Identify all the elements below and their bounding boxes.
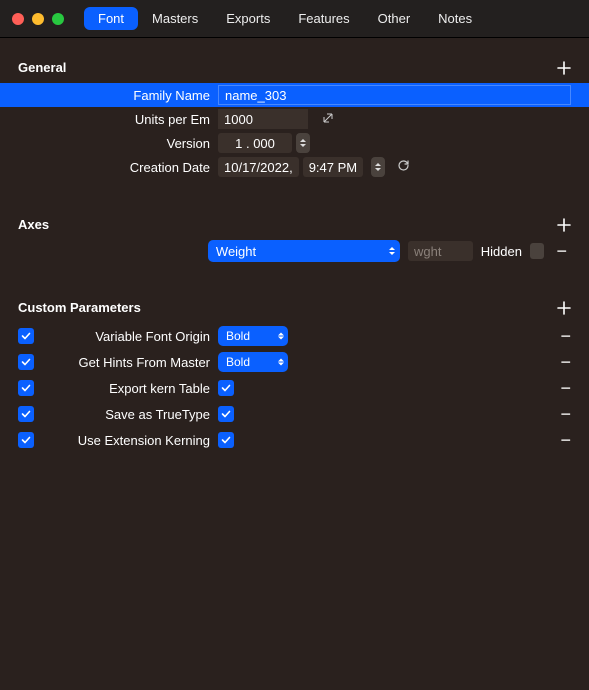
add-axis-button[interactable] [557, 218, 571, 232]
input-family-name[interactable] [218, 85, 571, 105]
window-controls [12, 13, 64, 25]
tab-exports[interactable]: Exports [212, 7, 284, 30]
cp-name-label: Save as TrueType [44, 407, 218, 422]
label-creation-date: Creation Date [18, 160, 218, 175]
remove-cp-button[interactable]: − [560, 431, 571, 449]
input-creation-date[interactable]: 10/17/2022, [218, 157, 299, 177]
chevron-updown-icon [278, 359, 284, 366]
cp-name-label: Export kern Table [44, 381, 218, 396]
cp-value-checkbox[interactable] [218, 432, 234, 448]
row-version: Version 1 . 000 [18, 131, 571, 155]
cp-value-select[interactable]: Bold [218, 352, 288, 372]
close-window-button[interactable] [12, 13, 24, 25]
cp-value-checkbox[interactable] [218, 380, 234, 396]
input-creation-time[interactable]: 9:47 PM [303, 157, 363, 177]
section-general-header: General [18, 56, 571, 83]
custom-parameter-row: Export kern Table − [18, 375, 571, 401]
custom-parameter-row: Use Extension Kerning − [18, 427, 571, 453]
custom-parameter-row: Save as TrueType − [18, 401, 571, 427]
chevron-updown-icon [389, 247, 395, 255]
cp-name-label: Get Hints From Master [44, 355, 218, 370]
custom-parameter-row: Get Hints From MasterBold − [18, 349, 571, 375]
chevron-updown-icon [278, 333, 284, 340]
tab-font[interactable]: Font [84, 7, 138, 30]
custom-parameter-row: Variable Font OriginBold − [18, 323, 571, 349]
row-units-per-em: Units per Em [18, 107, 571, 131]
add-general-button[interactable] [557, 61, 571, 75]
add-custom-parameter-button[interactable] [557, 301, 571, 315]
label-version: Version [18, 136, 218, 151]
tab-other[interactable]: Other [364, 7, 425, 30]
stepper-creation-date[interactable] [371, 157, 385, 177]
section-axes-title: Axes [18, 217, 49, 232]
axis-hidden-checkbox[interactable] [530, 243, 545, 259]
tab-features[interactable]: Features [284, 7, 363, 30]
scale-upe-icon[interactable] [322, 112, 334, 127]
section-custom-parameters-header: Custom Parameters [18, 296, 571, 323]
label-family-name: Family Name [18, 88, 218, 103]
minimize-window-button[interactable] [32, 13, 44, 25]
remove-axis-button[interactable]: − [552, 242, 571, 260]
input-units-per-em[interactable] [218, 109, 308, 129]
remove-cp-button[interactable]: − [560, 405, 571, 423]
tab-notes[interactable]: Notes [424, 7, 486, 30]
cp-enable-checkbox[interactable] [18, 354, 34, 370]
info-tabs: Font Masters Exports Features Other Note… [84, 7, 486, 30]
cp-enable-checkbox[interactable] [18, 432, 34, 448]
cp-name-label: Use Extension Kerning [44, 433, 218, 448]
custom-parameters-list: Variable Font OriginBold−Get Hints From … [18, 323, 571, 453]
section-axes-header: Axes [18, 213, 571, 240]
stepper-version[interactable] [296, 133, 310, 153]
panel-content: General Family Name Units per Em Version… [0, 38, 589, 453]
remove-cp-button[interactable]: − [560, 327, 571, 345]
input-version[interactable]: 1 . 000 [218, 133, 292, 153]
axis-name-select[interactable]: Weight [208, 240, 400, 262]
cp-name-label: Variable Font Origin [44, 329, 218, 344]
section-general-title: General [18, 60, 66, 75]
titlebar: Font Masters Exports Features Other Note… [0, 0, 589, 38]
tab-masters[interactable]: Masters [138, 7, 212, 30]
remove-cp-button[interactable]: − [560, 379, 571, 397]
row-creation-date: Creation Date 10/17/2022, 9:47 PM [18, 155, 571, 179]
axis-tag-field[interactable]: wght [408, 241, 473, 261]
cp-value-checkbox[interactable] [218, 406, 234, 422]
label-units-per-em: Units per Em [18, 112, 218, 127]
axis-hidden-label: Hidden [481, 244, 522, 259]
row-family-name: Family Name [0, 83, 589, 107]
cp-enable-checkbox[interactable] [18, 406, 34, 422]
zoom-window-button[interactable] [52, 13, 64, 25]
refresh-date-icon[interactable] [397, 159, 410, 175]
section-custom-parameters-title: Custom Parameters [18, 300, 141, 315]
cp-enable-checkbox[interactable] [18, 380, 34, 396]
axis-row: Weight wght Hidden − [18, 240, 571, 262]
cp-value-select[interactable]: Bold [218, 326, 288, 346]
remove-cp-button[interactable]: − [560, 353, 571, 371]
cp-enable-checkbox[interactable] [18, 328, 34, 344]
